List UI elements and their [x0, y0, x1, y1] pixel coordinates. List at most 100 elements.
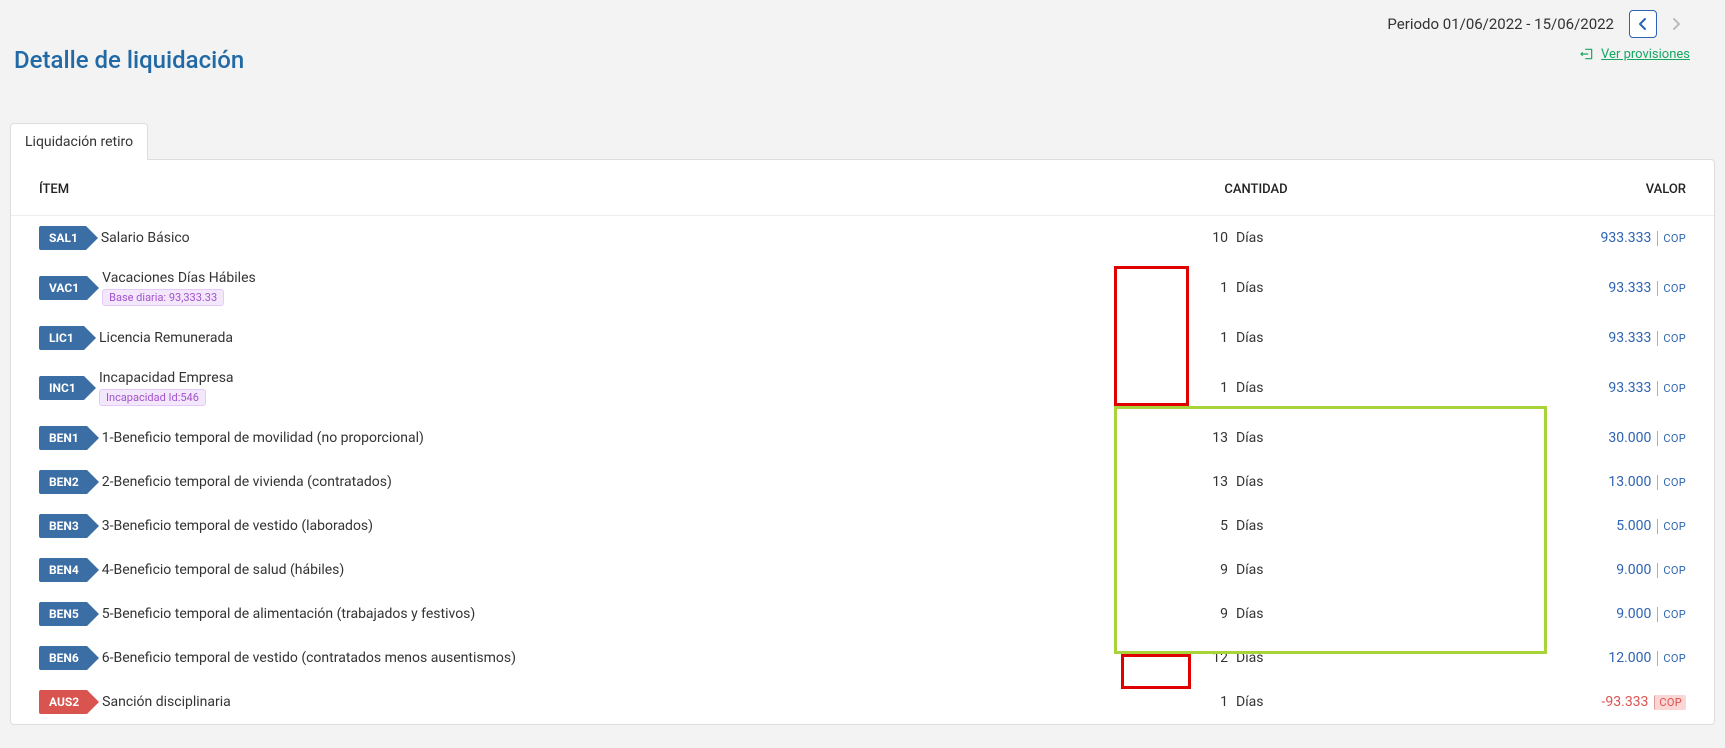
item-text: 3-Beneficio temporal de vestido (laborad… [102, 518, 373, 534]
table-row: BEN2 2-Beneficio temporal de vivienda (co… [11, 460, 1714, 504]
item-code-tag: VAC1 [39, 276, 87, 300]
qty-unit: Días [1236, 650, 1264, 666]
value-cell: 9.000 COP [1356, 606, 1686, 622]
item-label: Sanción disciplinaria [102, 694, 231, 710]
table-row: SAL1 Salario Básico 10 Días 933.333COP [11, 216, 1714, 260]
qty-cell: 13Días [1116, 430, 1356, 446]
qty-value: 13 [1206, 430, 1228, 446]
qty-value: 1 [1206, 380, 1228, 396]
item-label: 4-Beneficio temporal de salud (hábiles) [102, 562, 345, 578]
qty-unit: Días [1236, 518, 1264, 534]
item-sub-badge: Incapacidad Id:546 [99, 389, 206, 406]
currency-badge: COP [1657, 519, 1686, 534]
value-cell: 12.000COP [1356, 650, 1686, 666]
item-code-tag: BEN5 [39, 602, 87, 626]
qty-cell: 9Días [1116, 606, 1356, 622]
item-text: 4-Beneficio temporal de salud (hábiles) [102, 562, 345, 578]
item-label: Vacaciones Días Hábiles [102, 270, 256, 286]
item-code-tag: LIC1 [39, 326, 84, 350]
item-text: Licencia Remunerada [99, 330, 233, 346]
qty-unit: Días [1236, 474, 1264, 490]
item-code-tag: BEN3 [39, 514, 87, 538]
value-amount: 9.000 [1616, 562, 1651, 578]
value-cell: -93.333COP [1356, 694, 1686, 710]
table-row: BEN66-Beneficio temporal de vestido (con… [11, 636, 1714, 680]
tab-liquidacion-retiro[interactable]: Liquidación retiro [10, 123, 148, 160]
item-code-tag: SAL1 [39, 226, 86, 250]
provisions-link-label: Ver provisiones [1601, 47, 1690, 62]
item-text: Salario Básico [101, 230, 190, 246]
qty-value: 1 [1206, 280, 1228, 296]
currency-badge: COP [1657, 563, 1686, 578]
item-label: 3-Beneficio temporal de vestido (laborad… [102, 518, 373, 534]
value-amount: 30.000 [1608, 430, 1651, 446]
item-code-tag: INC1 [39, 376, 84, 400]
table-row: VAC1 Vacaciones Días HábilesBase diaria: … [11, 260, 1714, 316]
value-amount: 9.000 [1616, 606, 1651, 622]
item-label: 2-Beneficio temporal de vivienda (contra… [102, 474, 392, 490]
item-cell: BEN3 3-Beneficio temporal de vestido (lab… [39, 514, 1116, 538]
value-cell: 13.000COP [1356, 474, 1686, 490]
qty-cell: 12 Días [1116, 650, 1356, 666]
qty-value: 10 [1206, 230, 1228, 246]
item-label: 6-Beneficio temporal de vestido (contrat… [102, 650, 516, 666]
prev-period-button[interactable] [1629, 10, 1657, 38]
provisions-link[interactable]: Ver provisiones [1579, 46, 1690, 62]
qty-unit: Días [1236, 230, 1264, 246]
qty-value: 5 [1206, 518, 1228, 534]
qty-unit: Días [1236, 694, 1264, 710]
value-amount: 5.000 [1616, 518, 1651, 534]
item-code-tag: AUS2 [39, 690, 87, 714]
table-row: BEN5 5-Beneficio temporal de alimentación… [11, 592, 1714, 636]
value-amount: 93.333 [1608, 330, 1651, 346]
qty-cell: 5 Días [1116, 518, 1356, 534]
value-amount: 933.333 [1601, 230, 1652, 246]
item-text: 5-Beneficio temporal de alimentación (tr… [102, 606, 476, 622]
currency-badge: COP [1657, 331, 1686, 346]
item-label: Licencia Remunerada [99, 330, 233, 346]
currency-badge: COP [1654, 695, 1686, 710]
item-code-tag: BEN1 [39, 426, 87, 450]
table-row: BEN1 1-Beneficio temporal de movilidad (n… [11, 416, 1714, 460]
item-text: 1-Beneficio temporal de movilidad (no pr… [102, 430, 424, 446]
qty-unit: Días [1236, 280, 1264, 296]
col-header-val: VALOR [1356, 182, 1686, 197]
next-period-button[interactable] [1662, 10, 1690, 38]
table-row: BEN3 3-Beneficio temporal de vestido (lab… [11, 504, 1714, 548]
qty-value: 13 [1206, 474, 1228, 490]
item-cell: AUS2 Sanción disciplinaria [39, 690, 1116, 714]
currency-badge: COP [1657, 281, 1686, 296]
col-header-qty: CANTIDAD [1116, 182, 1356, 197]
item-label: 1-Beneficio temporal de movilidad (no pr… [102, 430, 424, 446]
item-cell: VAC1 Vacaciones Días HábilesBase diaria: … [39, 270, 1116, 306]
item-label: Incapacidad Empresa [99, 370, 234, 386]
qty-cell: 1 Días [1116, 694, 1356, 710]
period-label: Periodo 01/06/2022 - 15/06/2022 [1387, 15, 1614, 33]
item-text: Vacaciones Días HábilesBase diaria: 93,3… [102, 270, 256, 306]
qty-value: 1 [1206, 694, 1228, 710]
value-amount: 93.333 [1608, 380, 1651, 396]
qty-cell: 1Días [1116, 330, 1356, 346]
value-cell: 93.333COP [1356, 280, 1686, 296]
table-row: BEN4 4-Beneficio temporal de salud (hábil… [11, 548, 1714, 592]
value-cell: 5.000 COP [1356, 518, 1686, 534]
item-text: 6-Beneficio temporal de vestido (contrat… [102, 650, 516, 666]
item-text: 2-Beneficio temporal de vivienda (contra… [102, 474, 392, 490]
value-amount: 13.000 [1608, 474, 1651, 490]
item-cell: BEN5 5-Beneficio temporal de alimentación… [39, 602, 1116, 626]
item-cell: SAL1 Salario Básico [39, 226, 1116, 250]
table-row: AUS2 Sanción disciplinaria 1 Días -93.333COP [11, 680, 1714, 724]
item-code-tag: BEN2 [39, 470, 87, 494]
qty-value: 12 [1206, 650, 1228, 666]
value-cell: 933.333COP [1356, 230, 1686, 246]
value-cell: 93.333COP [1356, 380, 1686, 396]
table-row: INC1 Incapacidad Empresa Incapacidad Id:54… [11, 360, 1714, 416]
item-label: Salario Básico [101, 230, 190, 246]
item-text: Sanción disciplinaria [102, 694, 231, 710]
qty-unit: Días [1236, 380, 1264, 396]
value-cell: 93.333 COP [1356, 330, 1686, 346]
provisions-icon [1579, 46, 1595, 62]
period-nav [1629, 10, 1690, 38]
item-code-tag: BEN4 [39, 558, 87, 582]
currency-badge: COP [1657, 607, 1686, 622]
